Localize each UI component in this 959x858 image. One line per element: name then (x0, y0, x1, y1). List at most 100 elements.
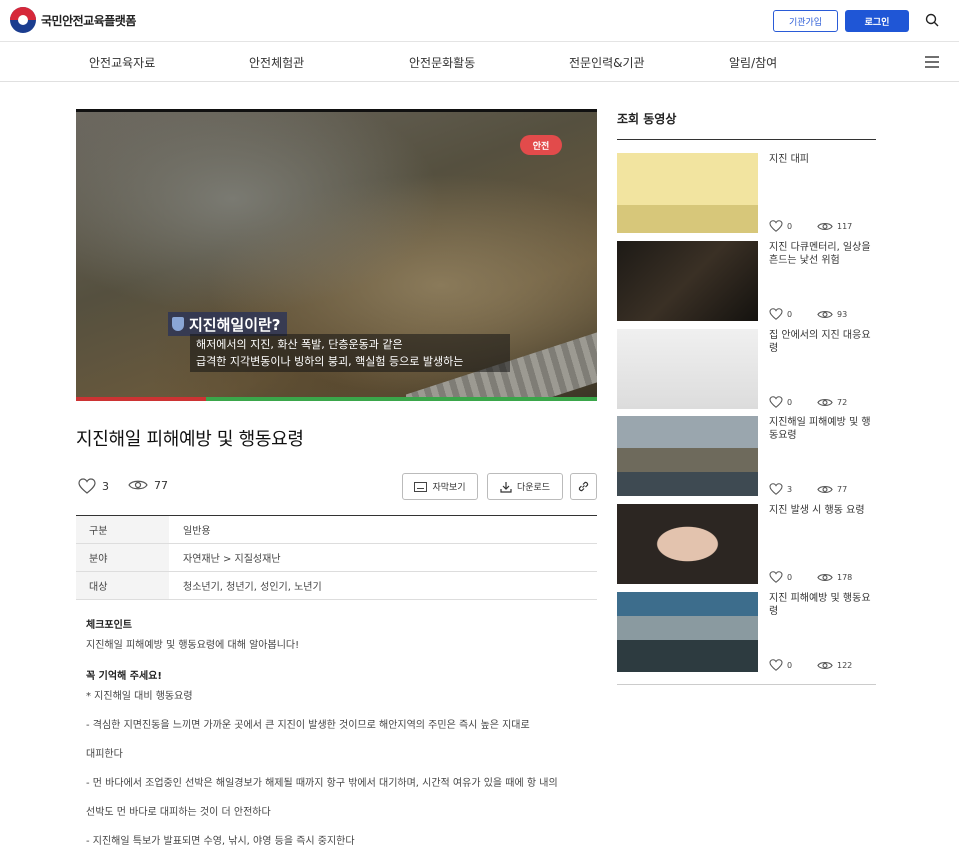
heart-icon (769, 396, 783, 408)
heart-icon (769, 483, 783, 495)
sidebar-divider (617, 139, 876, 140)
shield-icon (172, 317, 184, 331)
subtitle-button[interactable]: 자막보기 (402, 473, 478, 500)
eye-icon (817, 222, 833, 230)
page-title: 지진해일 피해예방 및 행동요령 (76, 429, 304, 450)
info-key: 분야 (76, 544, 169, 571)
video-stats: 0 72 (769, 396, 847, 408)
like-counter[interactable]: 3 (78, 478, 109, 494)
subtitle-icon (414, 481, 428, 492)
video-title[interactable]: 지진 피해예방 및 행동요령 (769, 592, 876, 618)
video-stats: 0 178 (769, 571, 852, 583)
video-caption-title-text: 지진해일이란? (189, 315, 281, 334)
body-line: 대피한다 (86, 749, 123, 760)
checkpoint-text: 지진해일 피해예방 및 행동요령에 대해 알아봅니다! (86, 640, 300, 651)
org-join-button[interactable]: 기관가입 (773, 10, 838, 32)
video-title[interactable]: 집 안에서의 지진 대응요령 (769, 329, 876, 355)
body-line: 선박도 먼 바다로 대피하는 것이 더 안전하다 (86, 807, 271, 818)
login-button[interactable]: 로그인 (845, 10, 909, 32)
nav-item-education-materials[interactable]: 안전교육자료 (89, 54, 155, 71)
video-thumbnail[interactable] (617, 504, 758, 584)
nav-item-safety-experience[interactable]: 안전체험관 (249, 54, 304, 71)
sidebar-title: 조회 동영상 (617, 112, 677, 126)
list-item[interactable]: 지진 대피 0 117 (617, 153, 876, 241)
download-button-label: 다운로드 (516, 483, 551, 493)
like-count: 3 (102, 479, 109, 493)
list-item[interactable]: 지진 피해예방 및 행동요령 0 122 (617, 592, 876, 680)
government-emblem-icon (10, 7, 36, 33)
heart-icon (78, 478, 96, 494)
video-title[interactable]: 지진 발생 시 행동 요령 (769, 504, 876, 517)
video-stats: 3 77 (769, 483, 847, 495)
body-line: - 먼 바다에서 조업중인 선박은 해일경보가 해제될 때까지 항구 밖에서 대… (86, 778, 558, 789)
info-value: 자연재난 > 지질성재난 (183, 554, 281, 565)
video-caption-body: 해저에서의 지진, 화산 폭발, 단층운동과 같은 급격한 지각변동이나 빙하의… (190, 334, 510, 372)
eye-icon (817, 573, 833, 581)
checkpoint-heading: 체크포인트 (86, 620, 132, 631)
body-line: * 지진해일 대비 행동요령 (86, 691, 193, 702)
view-count: 93 (837, 309, 848, 319)
view-count: 77 (154, 478, 168, 492)
like-count: 3 (787, 484, 793, 494)
video-thumbnail[interactable] (617, 241, 758, 321)
heart-icon (769, 659, 783, 671)
video-title[interactable]: 지진 대피 (769, 153, 876, 166)
like-count: 0 (787, 397, 793, 407)
video-caption-line: 급격한 지각변동이나 빙하의 붕괴, 핵실험 등으로 발생하는 (196, 355, 464, 368)
nav-item-notice[interactable]: 알림/참여 (729, 54, 777, 71)
nav-item-safety-culture[interactable]: 안전문화활동 (409, 54, 475, 71)
table-row: 대상 청소년기, 청년기, 성인기, 노년기 (76, 572, 597, 600)
like-count: 0 (787, 221, 793, 231)
view-count: 122 (837, 660, 853, 670)
info-key: 대상 (76, 572, 169, 599)
view-count: 77 (837, 484, 848, 494)
video-stats: 0 122 (769, 659, 852, 671)
list-item[interactable]: 집 안에서의 지진 대응요령 0 72 (617, 329, 876, 417)
eye-icon (817, 310, 833, 318)
channel-badge: 안전 (520, 135, 562, 155)
download-button[interactable]: 다운로드 (487, 473, 563, 500)
view-count: 178 (837, 572, 853, 582)
heart-icon (769, 571, 783, 583)
table-row: 분야 자연재난 > 지질성재난 (76, 544, 597, 572)
nav-item-experts[interactable]: 전문인력&기관 (569, 54, 645, 71)
link-icon (578, 481, 589, 492)
list-item[interactable]: 지진 발생 시 행동 요령 0 178 (617, 504, 876, 592)
video-stats: 0 93 (769, 308, 847, 320)
heart-icon (769, 308, 783, 320)
heart-icon (769, 220, 783, 232)
like-count: 0 (787, 572, 793, 582)
video-caption-title: 지진해일이란? (168, 312, 287, 336)
info-value: 일반용 (183, 526, 211, 537)
site-header: 국민안전교육플랫폼 기관가입 로그인 (0, 0, 959, 42)
logo-text: 국민안전교육플랫폼 (41, 13, 136, 28)
eye-icon (817, 398, 833, 406)
view-count: 117 (837, 221, 853, 231)
view-count: 72 (837, 397, 848, 407)
video-title[interactable]: 지진해일 피해예방 및 행동요령 (769, 416, 876, 442)
video-thumbnail[interactable] (617, 416, 758, 496)
video-stats: 0 117 (769, 220, 852, 232)
video-title[interactable]: 지진 다큐멘터리, 일상을 흔드는 낯선 위험 (769, 241, 876, 267)
info-value: 청소년기, 청년기, 성인기, 노년기 (183, 582, 322, 593)
list-item[interactable]: 지진해일 피해예방 및 행동요령 3 77 (617, 416, 876, 504)
main-nav: 안전교육자료 안전체험관 안전문화활동 전문인력&기관 알림/참여 (0, 42, 959, 82)
search-icon[interactable] (925, 13, 939, 27)
copy-link-button[interactable] (570, 473, 597, 500)
download-icon (500, 481, 512, 493)
info-key: 구분 (76, 516, 169, 543)
video-bottom-bar-green (206, 397, 597, 401)
hamburger-menu-icon[interactable] (925, 56, 939, 68)
like-count: 0 (787, 660, 793, 670)
site-logo[interactable]: 국민안전교육플랫폼 (10, 7, 136, 33)
subtitle-button-label: 자막보기 (432, 483, 466, 493)
eye-icon (817, 661, 833, 669)
video-thumbnail[interactable] (617, 153, 758, 233)
info-table: 구분 일반용 분야 자연재난 > 지질성재난 대상 청소년기, 청년기, 성인기… (76, 515, 597, 600)
eye-icon (817, 485, 833, 493)
list-item[interactable]: 지진 다큐멘터리, 일상을 흔드는 낯선 위험 0 93 (617, 241, 876, 329)
video-player[interactable]: 안전 지진해일이란? 해저에서의 지진, 화산 폭발, 단층운동과 같은 급격한… (76, 109, 597, 401)
video-caption-line: 해저에서의 지진, 화산 폭발, 단층운동과 같은 (196, 338, 403, 351)
video-thumbnail[interactable] (617, 329, 758, 409)
video-thumbnail[interactable] (617, 592, 758, 672)
